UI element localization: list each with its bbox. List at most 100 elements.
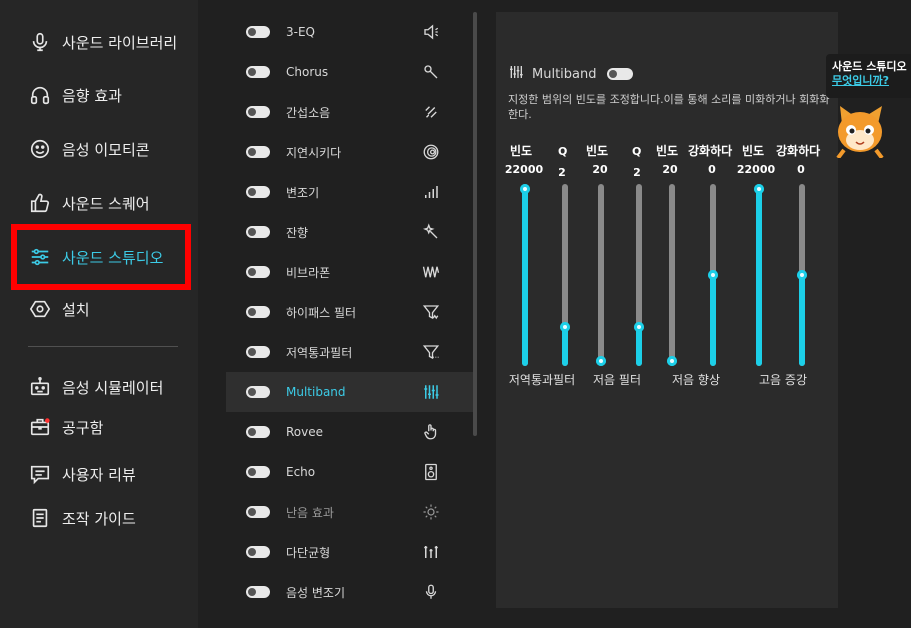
- slider-value: 22000: [504, 163, 544, 176]
- effect-name: 간섭소음: [286, 105, 331, 120]
- effect-name: 지연시키다: [286, 145, 342, 160]
- effect-row-vibraphone[interactable]: 비브라폰: [226, 252, 474, 292]
- band-label: 저역통과필터: [508, 373, 576, 387]
- effect-row-turbulence[interactable]: 난음 효과: [226, 492, 474, 532]
- effect-row-multiband[interactable]: Multiband: [226, 372, 474, 412]
- nav-operation-guide[interactable]: 조작 가이드: [28, 503, 136, 533]
- effect-toggle[interactable]: [246, 306, 270, 318]
- nav-user-reviews[interactable]: 사용자 리뷰: [28, 459, 136, 489]
- slider-knob[interactable]: [708, 270, 718, 280]
- slider-fill: [799, 275, 805, 366]
- effects-scrollbar[interactable]: [473, 12, 477, 436]
- effect-row-chorus[interactable]: Chorus: [226, 52, 474, 92]
- effect-toggle[interactable]: [246, 26, 270, 38]
- effect-toggle[interactable]: [246, 506, 270, 518]
- effect-name: 하이패스 필터: [286, 305, 357, 320]
- effect-toggle[interactable]: [246, 346, 270, 358]
- column-label-frequency: 빈도: [510, 144, 533, 158]
- slider-lowpass-q[interactable]: [560, 184, 570, 366]
- effect-toggle[interactable]: [246, 106, 270, 118]
- effect-row-modulator[interactable]: 변조기: [226, 172, 474, 212]
- band-label: 저음 향상: [672, 373, 720, 387]
- effect-toggle[interactable]: [246, 186, 270, 198]
- effect-row-voice-changer[interactable]: 음성 변조기: [226, 572, 474, 612]
- microphone-icon: [28, 30, 52, 54]
- column-label-q: Q: [632, 145, 642, 158]
- slider-value: 2: [633, 166, 641, 179]
- nav-sound-square[interactable]: 사운드 스퀘어: [28, 188, 150, 218]
- slider-knob[interactable]: [560, 321, 570, 332]
- tooltip-link[interactable]: 무엇입니까?: [832, 72, 889, 88]
- effect-toggle[interactable]: [246, 146, 270, 158]
- effects-list: 3-EQ Chorus 간섭소음 지연시키다 변조기 잔향 비브라폰 하이패스 …: [226, 12, 474, 612]
- effect-name: 비브라폰: [286, 265, 331, 280]
- slider-knob[interactable]: [520, 184, 530, 194]
- nav-label: 음향 효과: [62, 86, 122, 105]
- nav-toolbox[interactable]: 공구함: [28, 412, 103, 442]
- nav-label: 음성 시뮬레이터: [62, 378, 164, 397]
- effect-toggle[interactable]: [246, 66, 270, 78]
- effect-toggle[interactable]: [246, 466, 270, 478]
- magic-star-icon: [422, 223, 440, 241]
- nav-label: 설치: [62, 300, 90, 319]
- mascot-tooltip[interactable]: 사운드 스튜디오 무엇입니까?: [826, 54, 911, 98]
- effect-row-delay[interactable]: 지연시키다: [226, 132, 474, 172]
- effect-toggle[interactable]: [246, 226, 270, 238]
- slider-bass-boost-frequency[interactable]: [667, 184, 677, 366]
- nav-sound-library[interactable]: 사운드 라이브러리: [28, 27, 177, 57]
- slider-fill: [562, 326, 568, 366]
- nav-label: 사운드 스튜디오: [62, 248, 164, 267]
- effect-toggle[interactable]: [246, 586, 270, 598]
- slider-knob[interactable]: [667, 356, 677, 366]
- hand-pointer-icon: [422, 423, 440, 441]
- multiband-toggle[interactable]: [606, 68, 633, 80]
- panel-title: Multiband: [532, 66, 597, 82]
- effect-row-3eq[interactable]: 3-EQ: [226, 12, 474, 52]
- effect-row-multi-balance[interactable]: 다단균형: [226, 532, 474, 572]
- nav-label: 음성 이모티콘: [62, 140, 150, 159]
- effect-toggle[interactable]: [246, 266, 270, 278]
- nav-label: 사운드 스퀘어: [62, 194, 150, 213]
- nav-sound-effects[interactable]: 음향 효과: [28, 80, 122, 110]
- effect-name: Chorus: [286, 65, 329, 79]
- slider-knob[interactable]: [596, 356, 606, 366]
- effect-row-rovee[interactable]: Rovee: [226, 412, 474, 452]
- toolbox-icon: [28, 415, 52, 439]
- nav-voice-emoticon[interactable]: 음성 이모티콘: [28, 134, 150, 164]
- slider-value: 0: [797, 163, 805, 176]
- column-label-q: Q: [558, 145, 568, 158]
- column-label-frequency: 빈도: [586, 144, 609, 158]
- nav-label: 사운드 라이브러리: [62, 33, 178, 52]
- speaker-box-icon: [422, 463, 440, 481]
- column-label-frequency: 빈도: [742, 144, 765, 158]
- nav-install[interactable]: 설치: [28, 294, 90, 324]
- slider-treble-boost-gain[interactable]: [797, 184, 807, 366]
- slider-treble-boost-frequency[interactable]: [754, 184, 764, 366]
- slider-bass-boost-gain[interactable]: [708, 184, 718, 366]
- slider-knob[interactable]: [754, 184, 764, 194]
- effect-toggle[interactable]: [246, 546, 270, 558]
- multi-sliders-icon: [422, 543, 440, 561]
- effect-row-echo[interactable]: Echo: [226, 452, 474, 492]
- effect-row-reverb[interactable]: 잔향: [226, 212, 474, 252]
- slider-bass-filter-q[interactable]: [634, 184, 644, 366]
- slider-knob[interactable]: [797, 270, 807, 280]
- vibrato-icon: [422, 263, 440, 281]
- nav-sound-studio[interactable]: 사운드 스튜디오: [28, 242, 163, 272]
- slider-bass-filter-frequency[interactable]: [596, 184, 606, 366]
- nav-voice-simulator[interactable]: 음성 시뮬레이터: [28, 372, 163, 402]
- headphones-icon: [28, 83, 52, 107]
- slider-fill: [710, 275, 716, 366]
- effect-name: 난음 효과: [286, 505, 334, 520]
- panel-description: 지정한 범위의 빈도를 조정합니다.이를 통해 소리를 미화하거나 회화화한다.: [508, 93, 830, 121]
- mascot-cat[interactable]: [832, 102, 888, 160]
- effect-row-interference[interactable]: 간섭소음: [226, 92, 474, 132]
- slider-knob[interactable]: [634, 321, 644, 332]
- effect-toggle[interactable]: [246, 426, 270, 438]
- slider-lowpass-frequency[interactable]: [520, 184, 530, 366]
- sidebar: 사운드 라이브러리 음향 효과 음성 이모티콘 사운드 스퀘어 사운드 스튜디오…: [0, 0, 198, 628]
- effect-row-highpass[interactable]: 하이패스 필터: [226, 292, 474, 332]
- effect-toggle[interactable]: [246, 386, 270, 398]
- effect-name: 음성 변조기: [286, 585, 346, 600]
- effect-row-lowpass[interactable]: 저역통과필터: [226, 332, 474, 372]
